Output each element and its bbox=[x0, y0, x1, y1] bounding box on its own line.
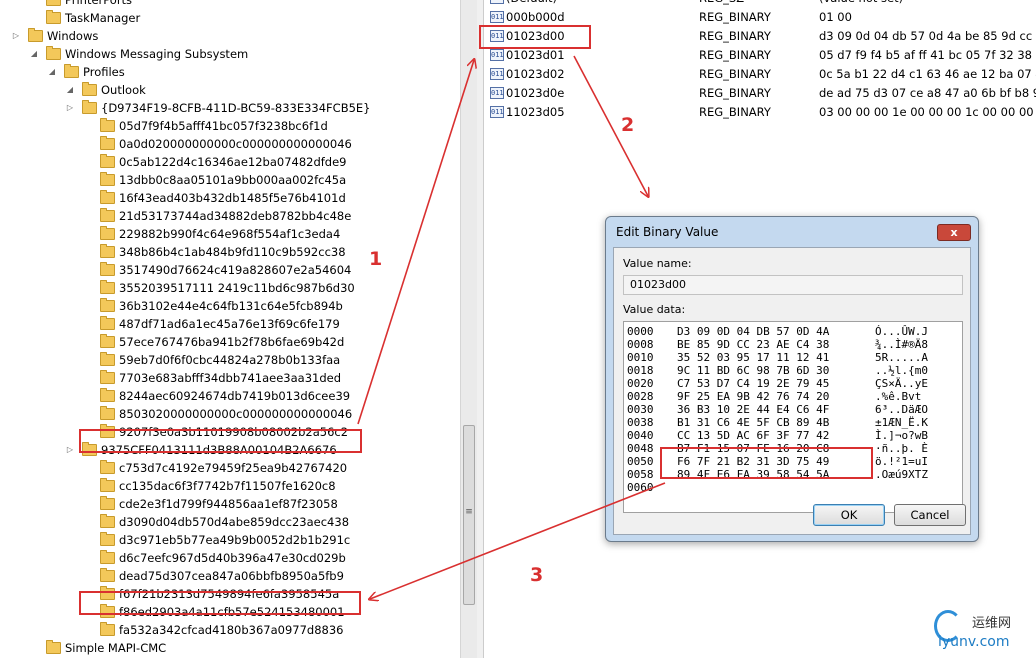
step-3-label: 3 bbox=[530, 564, 544, 586]
step-1-label: 1 bbox=[369, 248, 383, 270]
arrow-step1 bbox=[357, 60, 474, 425]
watermark-cn: 运维网 bbox=[972, 616, 1012, 631]
watermark-logo: 运维网 iyunv.com bbox=[932, 604, 1036, 658]
arrow-step3 bbox=[370, 482, 666, 599]
annotation-arrows bbox=[357, 55, 666, 658]
step-2-label: 2 bbox=[621, 114, 635, 136]
watermark-en: iyunv.com bbox=[938, 634, 1010, 650]
arrow-step2 bbox=[573, 55, 648, 196]
